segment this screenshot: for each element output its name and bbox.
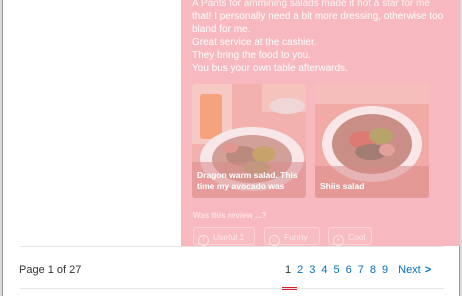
pagination-divider-top (20, 246, 444, 247)
review-line: You bus your own table afterwards. (192, 63, 348, 74)
review-photo[interactable]: Shiis salad (315, 84, 429, 198)
review-line: bland for me. (192, 24, 251, 35)
page-link[interactable]: 4 (321, 264, 327, 276)
review-body: A Pants for ammining salads made it hot … (192, 0, 457, 75)
review-partial-line: A Pants for ammining salads made it hot … (192, 0, 430, 9)
page-link[interactable]: 7 (358, 264, 364, 276)
useful-count: 1 (239, 232, 245, 242)
pagination: Page 1 of 27 1 2 3 4 5 6 7 8 9 Next > (2, 258, 460, 290)
pagination-divider-bottom (20, 288, 444, 289)
cool-label: Cool (348, 232, 366, 242)
photo-caption: Shiis salad (320, 181, 365, 191)
review-vote-prompt: Was this review ...? (193, 211, 267, 220)
page-link[interactable]: 3 (309, 264, 315, 276)
page-link-current[interactable]: 1 (281, 264, 298, 290)
sunglasses-icon: • (333, 235, 344, 246)
cool-button[interactable]: • Cool (328, 227, 372, 246)
window-frame: A Pants for ammining salads made it hot … (2, 0, 460, 296)
page-link[interactable]: 6 (346, 264, 352, 276)
page-link[interactable]: 5 (334, 264, 340, 276)
useful-button[interactable]: ! Useful 1 (193, 227, 255, 246)
next-page-link[interactable]: Next (398, 264, 421, 276)
page-link[interactable]: 2 (297, 264, 303, 276)
chevron-right-icon[interactable]: > (425, 264, 431, 276)
page-link[interactable]: 9 (382, 264, 388, 276)
review-line: They bring the food to you. (192, 50, 311, 61)
review-line: Great service at the cashier. (192, 37, 317, 48)
page-number-list: 1 2 3 4 5 6 7 8 9 Next > (281, 264, 431, 290)
review-photo[interactable]: Dragon warm salad. This time my avocado … (192, 84, 306, 198)
review-line: that! I personally need a bit more dress… (192, 11, 444, 22)
page-count-label: Page 1 of 27 (19, 264, 82, 276)
funny-button[interactable]: ☺ Funny (264, 227, 320, 246)
lightbulb-icon: ! (198, 235, 209, 246)
smiley-icon: ☺ (269, 235, 280, 246)
useful-label: Useful (213, 232, 238, 242)
photo-caption: Dragon warm salad. This time my avocado … (197, 170, 298, 191)
funny-label: Funny (284, 232, 308, 242)
page-link[interactable]: 8 (370, 264, 376, 276)
